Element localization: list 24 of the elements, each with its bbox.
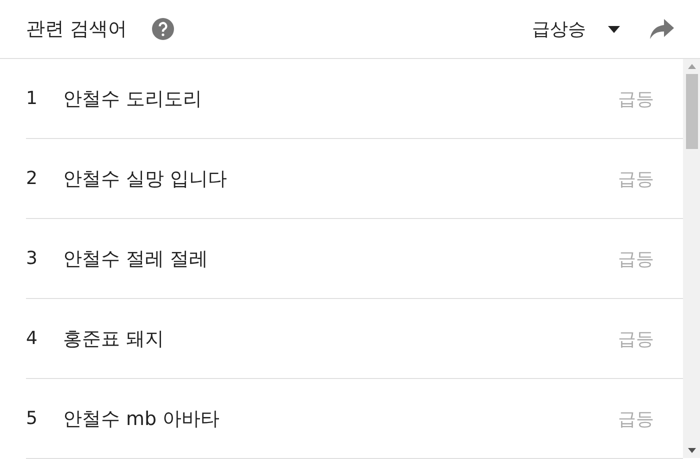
rank-number: 4 [26,328,38,349]
scroll-down-icon[interactable] [688,448,696,453]
query-link[interactable]: 홍준표 돼지 [63,326,618,352]
trend-value: 급등 [618,168,654,190]
rank-number: 2 [26,168,38,189]
scroll-thumb[interactable] [686,74,698,149]
sort-dropdown[interactable]: 급상승 [532,17,586,41]
query-link[interactable]: 안철수 실망 입니다 [63,166,618,192]
query-link[interactable]: 안철수 mb 아바타 [63,406,618,432]
help-icon[interactable] [151,17,176,41]
rank-number: 5 [26,408,38,429]
trend-value: 급등 [618,88,654,110]
rank-number: 3 [26,248,38,269]
scroll-up-icon[interactable] [688,64,696,69]
trend-value: 급등 [618,248,654,270]
caret-icon[interactable] [608,26,620,32]
widget-title: 관련 검색어 [26,17,128,42]
trend-value: 급등 [618,408,654,430]
scrollbar[interactable] [683,59,700,458]
query-link[interactable]: 안철수 도리도리 [63,86,618,112]
trend-value: 급등 [618,328,654,350]
share-icon[interactable] [650,19,674,39]
query-link[interactable]: 안철수 절레 절레 [63,246,618,272]
rank-number: 1 [26,88,38,109]
